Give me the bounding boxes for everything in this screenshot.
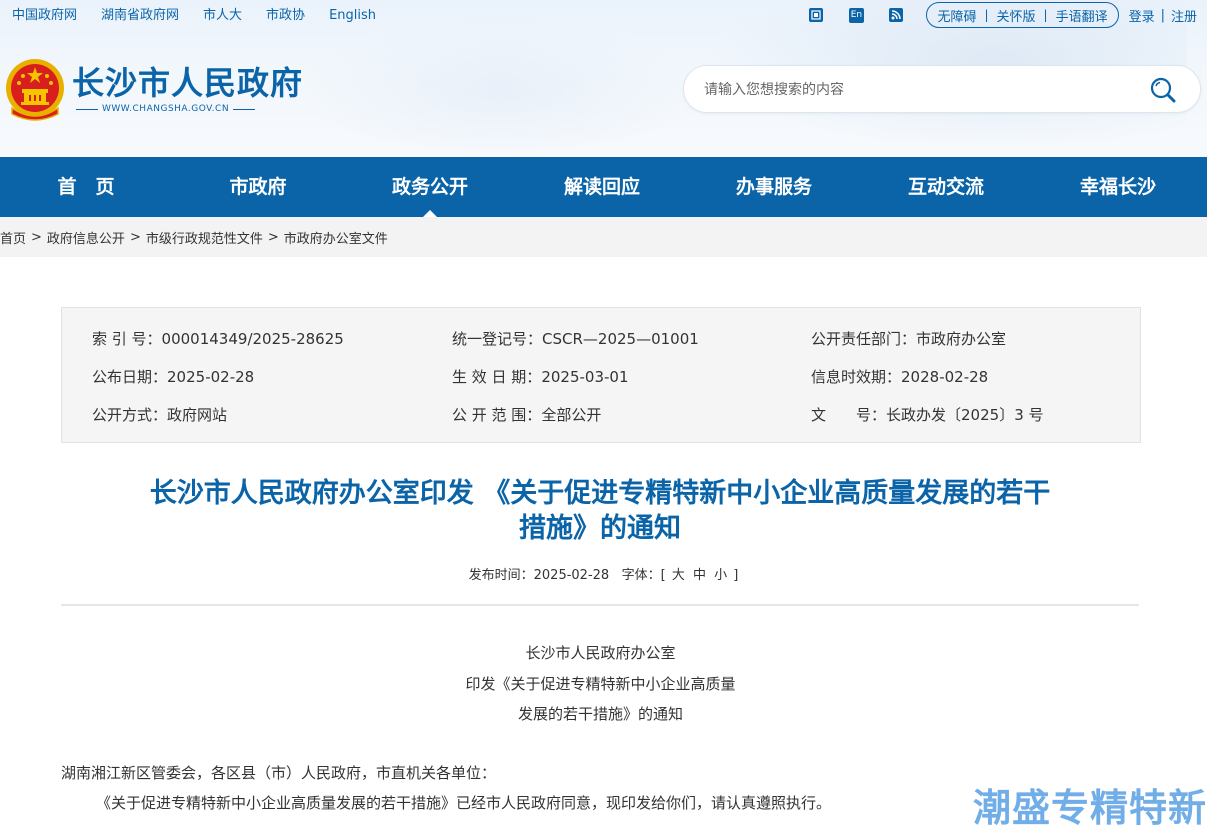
info-row: 公开方式：政府网站 公 开 范 围：全部公开 文 号：长政办发〔2025〕3 号 — [92, 404, 1132, 424]
accessibility-pill: 无障碍 | 关怀版 | 手语翻译 — [926, 2, 1119, 28]
font-size-small[interactable]: 小 — [714, 568, 727, 583]
breadcrumb-info-disclosure[interactable]: 政府信息公开 — [47, 228, 125, 247]
rss-icon[interactable] — [888, 7, 904, 23]
site-url: WWW.CHANGSHA.GOV.CN — [72, 104, 303, 114]
publish-date: 2025-02-28 — [533, 568, 610, 583]
nav-government-affairs[interactable]: 政务公开 — [344, 157, 516, 217]
nav-city-government[interactable]: 市政府 — [172, 157, 344, 217]
document-heading-line: 长沙市人民政府办公室 — [525, 644, 676, 662]
info-row: 公布日期：2025-02-28 生 效 日 期：2025-03-01 信息时效期… — [92, 366, 1132, 386]
toplink-npc[interactable]: 市人大 — [203, 6, 242, 26]
search-icon[interactable] — [1148, 75, 1178, 105]
separator: | — [984, 8, 989, 22]
info-publish-date: 公布日期：2025-02-28 — [92, 368, 255, 386]
document-recipients: 湖南湘江新区管委会，各区县（市）人民政府，市直机关各单位： — [61, 764, 497, 782]
info-disclosure-scope: 公 开 范 围：全部公开 — [452, 406, 602, 424]
article-title-line: 长沙市人民政府办公室印发 《关于促进专精特新中小企业高质量发展的若干 — [149, 478, 1051, 509]
toplink-cppcc[interactable]: 市政协 — [266, 6, 305, 26]
info-expiry-date: 信息时效期：2028-02-28 — [811, 368, 989, 386]
care-version-link[interactable]: 关怀版 — [997, 6, 1036, 25]
site-title: 长沙市人民政府 — [72, 64, 304, 102]
nav-interaction[interactable]: 互动交流 — [860, 157, 1032, 217]
watermark-text: 潮盛专精特新 — [972, 786, 1207, 830]
breadcrumb-separator: > — [31, 229, 42, 245]
publish-label: 发布时间： — [468, 568, 534, 583]
search-box — [683, 65, 1201, 113]
info-row: 索 引 号：000014349/2025-28625 统一登记号：CSCR—20… — [92, 328, 1132, 348]
nav-services[interactable]: 办事服务 — [688, 157, 860, 217]
login-link[interactable]: 登录 — [1129, 6, 1155, 25]
english-icon-text: En — [848, 7, 864, 23]
login-area: 登录 | 注册 — [1129, 6, 1197, 25]
separator: | — [1160, 7, 1165, 23]
breadcrumb-separator: > — [267, 229, 279, 245]
font-size-medium[interactable]: 中 — [693, 568, 706, 583]
register-link[interactable]: 注册 — [1171, 6, 1197, 25]
info-registration: 统一登记号：CSCR—2025—01001 — [452, 330, 699, 348]
wechat-icon[interactable] — [808, 7, 824, 23]
info-disclosure-way: 公开方式：政府网站 — [92, 406, 228, 424]
english-icon[interactable]: En — [848, 7, 864, 23]
article-meta: 发布时间：2025-02-28 字体：[ 大 中 小 ] — [0, 564, 1207, 583]
site-url-text: WWW.CHANGSHA.GOV.CN — [102, 104, 230, 114]
site-header: 中国政府网 湖南省政府网 市人大 市政协 English En 无障碍 | 关怀… — [0, 0, 1207, 157]
nav-home[interactable]: 首 页 — [0, 157, 172, 217]
info-effective-date: 生 效 日 期：2025-03-01 — [452, 368, 629, 386]
search-input[interactable] — [702, 77, 1126, 103]
sign-language-link[interactable]: 手语翻译 — [1056, 6, 1108, 25]
info-index: 索 引 号：000014349/2025-28625 — [92, 330, 344, 348]
article-title: 长沙市人民政府办公室印发 《关于促进专精特新中小企业高质量发展的若干 措施》的通… — [61, 476, 1139, 546]
toplink-hunan-gov[interactable]: 湖南省政府网 — [101, 6, 179, 26]
top-right-toolbar: En 无障碍 | 关怀版 | 手语翻译 登录 | 注册 — [784, 2, 1197, 28]
breadcrumb-office-documents[interactable]: 市政府办公室文件 — [284, 228, 388, 247]
breadcrumb-separator: > — [129, 229, 141, 245]
main-nav: 首 页 市政府 政务公开 解读回应 办事服务 互动交流 幸福长沙 — [0, 157, 1207, 217]
document-body-paragraph: 《关于促进专精特新中小企业高质量发展的若干措施》已经市人民政府同意，现印发给你们… — [96, 794, 832, 812]
font-size-bracket: ] — [733, 568, 739, 583]
toplink-central-gov[interactable]: 中国政府网 — [12, 6, 77, 26]
info-department: 公开责任部门：市政府办公室 — [811, 330, 1007, 348]
logo-text: 长沙市人民政府 WWW.CHANGSHA.GOV.CN — [72, 64, 303, 114]
breadcrumb-home[interactable]: 首页 — [0, 228, 26, 247]
article-title-line: 措施》的通知 — [519, 513, 681, 544]
document-heading-line: 印发《关于促进专精特新中小企业高质量 — [465, 675, 736, 693]
font-size-switcher: 字体：[ 大 中 小 ] — [622, 568, 739, 583]
top-links: 中国政府网 湖南省政府网 市人大 市政协 English — [12, 6, 400, 26]
title-divider — [61, 604, 1139, 606]
font-size-large[interactable]: 大 — [672, 568, 685, 583]
separator: | — [1043, 8, 1048, 22]
info-document-number: 文 号：长政办发〔2025〕3 号 — [811, 406, 1044, 424]
document-heading-line: 发展的若干措施》的通知 — [517, 705, 683, 723]
nav-happy-changsha[interactable]: 幸福长沙 — [1032, 157, 1204, 217]
national-emblem-icon — [6, 59, 64, 121]
breadcrumb: 首页 > 政府信息公开 > 市级行政规范性文件 > 市政府办公室文件 — [0, 217, 1207, 257]
header-cloud-decoration — [300, 20, 700, 157]
accessibility-link[interactable]: 无障碍 — [937, 6, 976, 25]
breadcrumb-regulations[interactable]: 市级行政规范性文件 — [146, 228, 263, 247]
font-size-label: 字体：[ — [621, 568, 666, 583]
document-info-box: 索 引 号：000014349/2025-28625 统一登记号：CSCR—20… — [61, 307, 1141, 443]
site-logo[interactable]: 长沙市人民政府 WWW.CHANGSHA.GOV.CN — [4, 56, 303, 122]
nav-interpretation[interactable]: 解读回应 — [516, 157, 688, 217]
toplink-english[interactable]: English — [329, 6, 376, 26]
